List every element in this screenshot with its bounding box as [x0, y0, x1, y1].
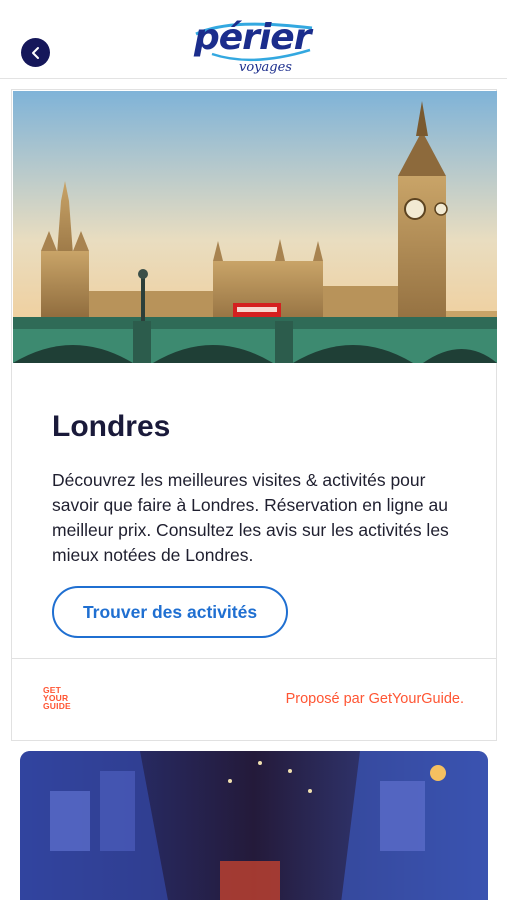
destination-card: Londres Découvrez les meilleures visites… — [11, 89, 497, 741]
find-activities-button[interactable]: Trouver des activités — [52, 586, 288, 638]
back-button[interactable] — [21, 38, 50, 67]
london-photo — [13, 91, 497, 363]
chevron-left-icon — [31, 46, 39, 59]
card-description: Découvrez les meilleures visites & activ… — [52, 470, 449, 565]
top-bar: périer voyages — [0, 0, 507, 79]
card-footer: GET YOUR GUIDE Proposé par GetYourGuide. — [12, 658, 496, 740]
next-destination-photo[interactable] — [20, 751, 488, 900]
card-title: Londres — [52, 410, 171, 443]
partner-credit[interactable]: Proposé par GetYourGuide. — [286, 691, 464, 707]
getyourguide-logo: GET YOUR GUIDE — [43, 685, 71, 711]
logo-wordmark: périer — [194, 17, 311, 58]
perier-voyages-logo[interactable]: périer voyages — [192, 20, 316, 78]
logo-subtitle: voyages — [239, 60, 292, 75]
